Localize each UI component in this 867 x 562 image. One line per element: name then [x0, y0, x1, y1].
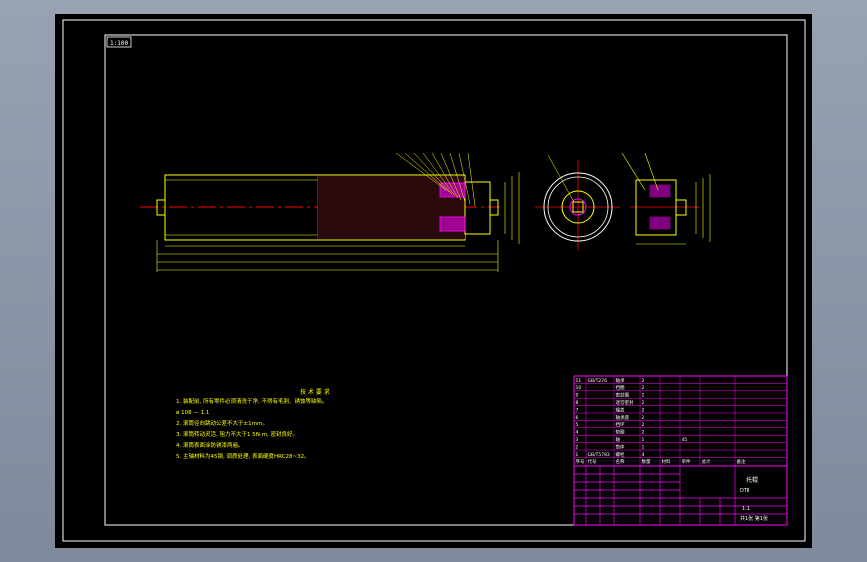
- parts-cell: 2: [576, 444, 579, 450]
- parts-cell: 2: [642, 422, 645, 428]
- parts-cell: 2: [642, 415, 645, 421]
- note-line: 3. 滚筒转动灵活, 阻力不大于1.5N·m, 密封良好。: [176, 430, 298, 438]
- bearing-bottom: [440, 217, 465, 231]
- sheet-info: 共1张 第1张: [740, 515, 768, 522]
- parts-cell: 7: [576, 407, 579, 413]
- parts-cell: 2: [642, 400, 645, 406]
- note-line: 1. 装配前, 所有零件必须清洗干净, 不得有毛刺、锈蚀等缺陷。: [176, 397, 328, 405]
- note-line: 2. 滚筒径向跳动公差不大于±1mm。: [176, 419, 268, 427]
- parts-cell: 4: [576, 430, 579, 436]
- parts-cell: 2: [642, 378, 645, 384]
- parts-header: 序号: [576, 458, 585, 465]
- detail-bearing-top: [649, 184, 671, 198]
- parts-cell: 1: [642, 444, 645, 450]
- parts-cell: 1: [642, 437, 645, 443]
- parts-cell: 4: [642, 452, 645, 458]
- parts-cell: 6: [576, 415, 579, 421]
- parts-cell: 2: [642, 385, 645, 391]
- parts-cell: 密封圈: [616, 392, 630, 399]
- parts-header: 备注: [737, 458, 746, 465]
- parts-cell: 挡圈: [616, 384, 625, 391]
- parts-header: 单件: [682, 458, 691, 465]
- note-line: ø 108 — 1.1: [176, 410, 209, 416]
- parts-cell: 端盖: [616, 406, 625, 413]
- parts-cell: 8: [576, 400, 579, 406]
- drawing-title: 托辊: [746, 476, 758, 484]
- parts-cell: 5: [576, 422, 579, 428]
- parts-cell: 3: [576, 437, 579, 443]
- parts-cell: 10: [576, 385, 582, 391]
- parts-cell: 2: [642, 393, 645, 399]
- parts-cell: 2: [642, 407, 645, 413]
- parts-cell: 2: [642, 430, 645, 436]
- parts-cell: 挡环: [616, 421, 625, 428]
- scale-stamp: 1:100: [110, 40, 128, 47]
- drawing-canvas: 1:100 技 术 要 求 1. 装配前, 所有零件必须清洗干净, 不得有毛刺、…: [55, 14, 812, 548]
- parts-cell: 11: [576, 378, 582, 384]
- parts-cell: 1: [576, 452, 579, 458]
- drawing-scale: 1:1: [742, 506, 750, 512]
- parts-cell: 轴承座: [616, 414, 630, 421]
- drawing-sheet: [55, 14, 812, 548]
- parts-cell: 轴承: [616, 377, 625, 384]
- note-line: 4. 滚筒表面涂防锈漆两遍。: [176, 441, 244, 449]
- detail-bearing-bottom: [649, 216, 671, 230]
- parts-cell: GB/T5783: [588, 452, 610, 458]
- parts-header: 数量: [642, 458, 651, 465]
- parts-cell: GB/T276: [588, 378, 608, 384]
- parts-cell: 轴: [616, 436, 621, 443]
- parts-cell: 筒体: [616, 443, 625, 450]
- parts-cell: 垫圈: [616, 429, 625, 436]
- parts-cell: 9: [576, 393, 579, 399]
- drawing-number: DTⅡ: [740, 488, 749, 494]
- parts-cell: 迷宫密封: [616, 399, 634, 406]
- parts-header: 总计: [702, 458, 711, 465]
- parts-header: 代号: [588, 458, 597, 465]
- note-line: 5. 主轴材料为45钢, 调质处理, 表面硬度HRC28~32。: [176, 452, 310, 460]
- parts-cell: 45: [682, 437, 688, 443]
- parts-header: 名称: [616, 458, 625, 465]
- parts-cell: 螺栓: [616, 451, 625, 458]
- parts-header: 材料: [662, 458, 671, 465]
- notes-heading: 技 术 要 求: [300, 388, 330, 396]
- cad-window: 1:100 技 术 要 求 1. 装配前, 所有零件必须清洗干净, 不得有毛刺、…: [0, 0, 867, 562]
